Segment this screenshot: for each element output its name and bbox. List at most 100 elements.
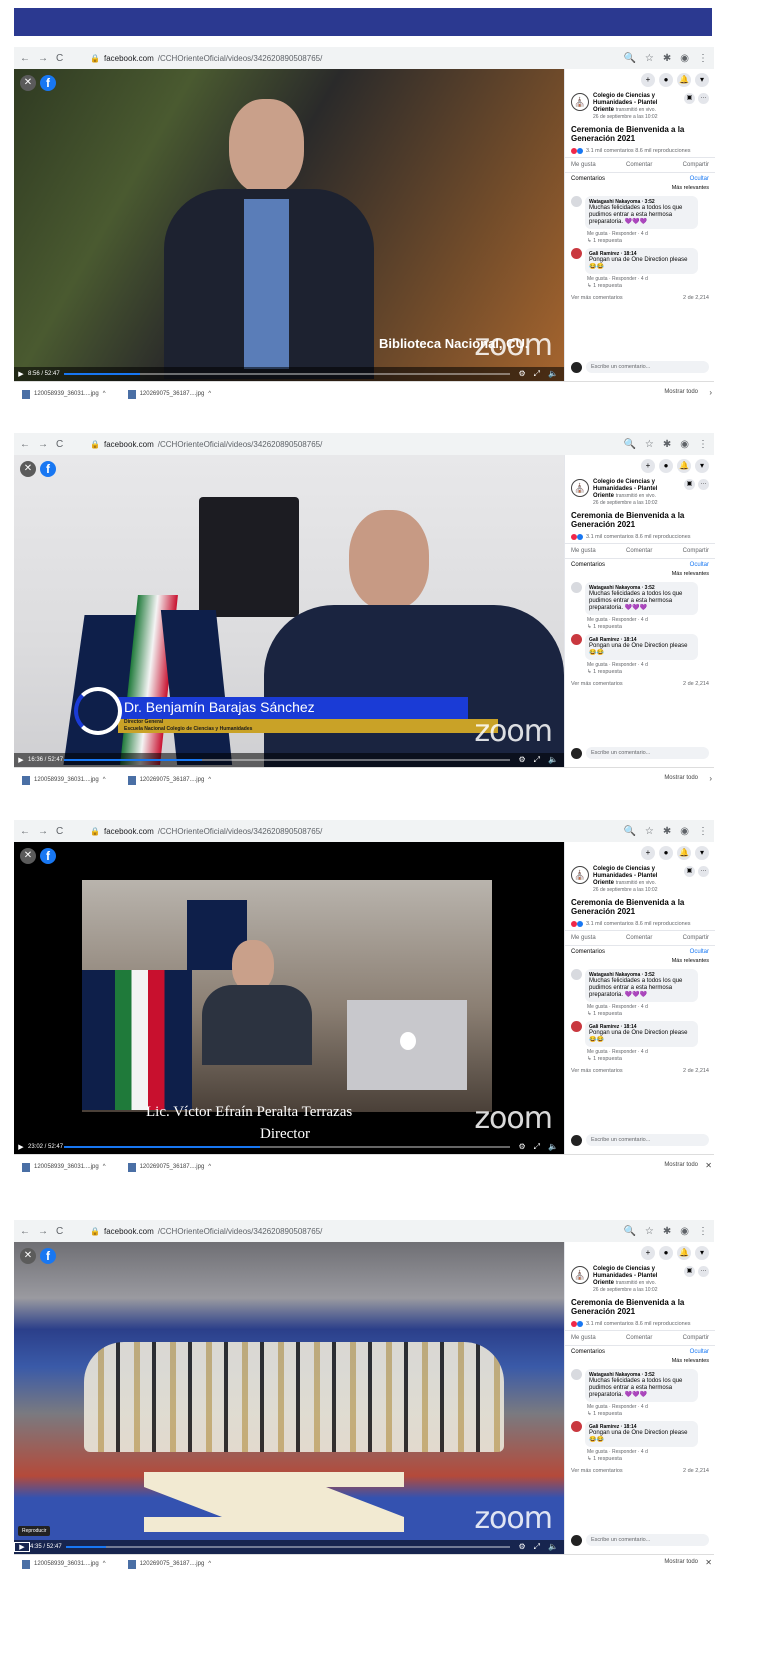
extension-icon[interactable]: ✱ xyxy=(663,1226,671,1237)
page-logo-icon[interactable]: ⛪ xyxy=(571,866,589,884)
replies-link[interactable]: ↳ 1 respuesta xyxy=(565,668,715,677)
more-comments-link[interactable]: Ver más comentarios xyxy=(571,1068,623,1074)
download-item[interactable]: 120058939_36031....jpg ^ xyxy=(22,1559,106,1569)
avatar[interactable] xyxy=(571,634,582,645)
plus-icon[interactable]: + xyxy=(641,73,655,87)
settings-icon[interactable]: ⚙ xyxy=(518,1542,525,1552)
comment-input[interactable]: Escribe un comentario... xyxy=(586,361,709,373)
close-icon[interactable]: › xyxy=(709,774,712,783)
chevron-up-icon[interactable]: ^ xyxy=(208,1164,211,1170)
close-icon[interactable]: ✕ xyxy=(705,1161,712,1170)
replies-link[interactable]: ↳ 1 respuesta xyxy=(565,623,715,632)
address-bar[interactable]: 🔒 facebook.com/CCHOrienteOficial/videos/3… xyxy=(90,1227,623,1236)
sort-relevance[interactable]: Más relevantes xyxy=(565,958,715,967)
comment-button[interactable]: Comentar xyxy=(626,548,652,554)
plus-icon[interactable]: + xyxy=(641,846,655,860)
sort-relevance[interactable]: Más relevantes xyxy=(565,1358,715,1367)
reload-icon[interactable]: C xyxy=(56,53,63,64)
download-item[interactable]: 120058939_36031....jpg ^ xyxy=(22,389,106,399)
zoom-lens-icon[interactable]: 🔍 xyxy=(623,439,635,450)
download-item[interactable]: 120269075_36187....jpg ^ xyxy=(127,1162,211,1172)
progress-track[interactable] xyxy=(66,1546,511,1548)
avatar[interactable] xyxy=(571,1421,582,1432)
profile-icon[interactable]: ◉ xyxy=(680,1226,689,1237)
address-bar[interactable]: 🔒 facebook.com/CCHOrienteOficial/videos/3… xyxy=(90,54,623,63)
download-item[interactable]: 120269075_36187....jpg ^ xyxy=(127,775,211,785)
replies-link[interactable]: ↳ 1 respuesta xyxy=(565,1455,715,1464)
hide-comments-button[interactable]: Ocultar xyxy=(690,949,709,955)
back-icon[interactable]: ← xyxy=(20,439,30,450)
back-icon[interactable]: ← xyxy=(20,1226,30,1237)
chevron-up-icon[interactable]: ^ xyxy=(208,777,211,783)
zoom-lens-icon[interactable]: 🔍 xyxy=(623,826,635,837)
like-button[interactable]: Me gusta xyxy=(571,1335,596,1341)
sort-relevance[interactable]: Más relevantes xyxy=(565,571,715,580)
more-icon[interactable]: ··· xyxy=(698,479,709,490)
avatar[interactable] xyxy=(571,248,582,259)
play-icon[interactable]: ▶ xyxy=(14,756,28,764)
bell-icon[interactable]: 🔔 xyxy=(677,459,691,473)
comment-button[interactable]: Comentar xyxy=(626,162,652,168)
play-icon[interactable]: ▶ xyxy=(14,1542,30,1552)
reload-icon[interactable]: C xyxy=(56,826,63,837)
star-icon[interactable]: ☆ xyxy=(645,439,654,450)
volume-icon[interactable]: 🔈 xyxy=(548,1542,558,1552)
chevron-down-icon[interactable]: ▾ xyxy=(695,459,709,473)
settings-icon[interactable]: ⚙ xyxy=(518,755,525,765)
progress-track[interactable] xyxy=(64,373,511,375)
close-icon[interactable]: › xyxy=(709,388,712,397)
profile-icon[interactable]: ◉ xyxy=(680,53,689,64)
menu-dots-icon[interactable]: ⋮ xyxy=(698,53,708,64)
replies-link[interactable]: ↳ 1 respuesta xyxy=(565,1010,715,1019)
chevron-up-icon[interactable]: ^ xyxy=(208,1561,211,1567)
reload-icon[interactable]: C xyxy=(56,1226,63,1237)
extension-icon[interactable]: ✱ xyxy=(663,826,671,837)
star-icon[interactable]: ☆ xyxy=(645,826,654,837)
forward-icon[interactable]: → xyxy=(38,53,48,64)
page-logo-icon[interactable]: ⛪ xyxy=(571,93,589,111)
show-all-button[interactable]: Mostrar todo xyxy=(664,1162,698,1168)
comment-input[interactable]: Escribe un comentario... xyxy=(586,1134,709,1146)
replies-link[interactable]: ↳ 1 respuesta xyxy=(565,1055,715,1064)
bookmark-icon[interactable]: ▣ xyxy=(684,479,695,490)
plus-icon[interactable]: + xyxy=(641,459,655,473)
fullscreen-icon[interactable]: ⤢ xyxy=(534,1542,540,1552)
download-item[interactable]: 120269075_36187....jpg ^ xyxy=(127,1559,211,1569)
like-button[interactable]: Me gusta xyxy=(571,548,596,554)
messenger-icon[interactable]: ● xyxy=(659,73,673,87)
profile-icon[interactable]: ◉ xyxy=(680,439,689,450)
chevron-up-icon[interactable]: ^ xyxy=(103,391,106,397)
hide-comments-button[interactable]: Ocultar xyxy=(690,562,709,568)
chevron-down-icon[interactable]: ▾ xyxy=(695,73,709,87)
address-bar[interactable]: 🔒 facebook.com/CCHOrienteOficial/videos/3… xyxy=(90,827,623,836)
replies-link[interactable]: ↳ 1 respuesta xyxy=(565,282,715,291)
video-player[interactable]: ✕ f Biblioteca Nacional, CU. zoom ▶ 8:56… xyxy=(14,69,564,381)
more-comments-link[interactable]: Ver más comentarios xyxy=(571,681,623,687)
back-icon[interactable]: ← xyxy=(20,826,30,837)
avatar[interactable] xyxy=(571,582,582,593)
download-item[interactable]: 120058939_36031....jpg ^ xyxy=(22,775,106,785)
sort-relevance[interactable]: Más relevantes xyxy=(565,185,715,194)
progress-track[interactable] xyxy=(64,1146,511,1148)
chevron-up-icon[interactable]: ^ xyxy=(208,391,211,397)
replies-link[interactable]: ↳ 1 respuesta xyxy=(565,1410,715,1419)
like-button[interactable]: Me gusta xyxy=(571,935,596,941)
page-logo-icon[interactable]: ⛪ xyxy=(571,479,589,497)
close-icon[interactable]: ✕ xyxy=(20,75,36,91)
replies-link[interactable]: ↳ 1 respuesta xyxy=(565,237,715,246)
volume-icon[interactable]: 🔈 xyxy=(548,755,558,765)
page-logo-icon[interactable]: ⛪ xyxy=(571,1266,589,1284)
zoom-lens-icon[interactable]: 🔍 xyxy=(623,53,635,64)
back-icon[interactable]: ← xyxy=(20,53,30,64)
settings-icon[interactable]: ⚙ xyxy=(518,1142,525,1152)
close-icon[interactable]: ✕ xyxy=(705,1558,712,1567)
bookmark-icon[interactable]: ▣ xyxy=(684,866,695,877)
menu-dots-icon[interactable]: ⋮ xyxy=(698,439,708,450)
messenger-icon[interactable]: ● xyxy=(659,1246,673,1260)
settings-icon[interactable]: ⚙ xyxy=(518,369,525,379)
comment-input[interactable]: Escribe un comentario... xyxy=(586,1534,709,1546)
video-player[interactable]: ✕ f zoom Reproducir ▶ 4:35 / 52:47 ⚙ ⤢ 🔈 xyxy=(14,1242,564,1554)
messenger-icon[interactable]: ● xyxy=(659,846,673,860)
volume-icon[interactable]: 🔈 xyxy=(548,1142,558,1152)
volume-icon[interactable]: 🔈 xyxy=(548,369,558,379)
